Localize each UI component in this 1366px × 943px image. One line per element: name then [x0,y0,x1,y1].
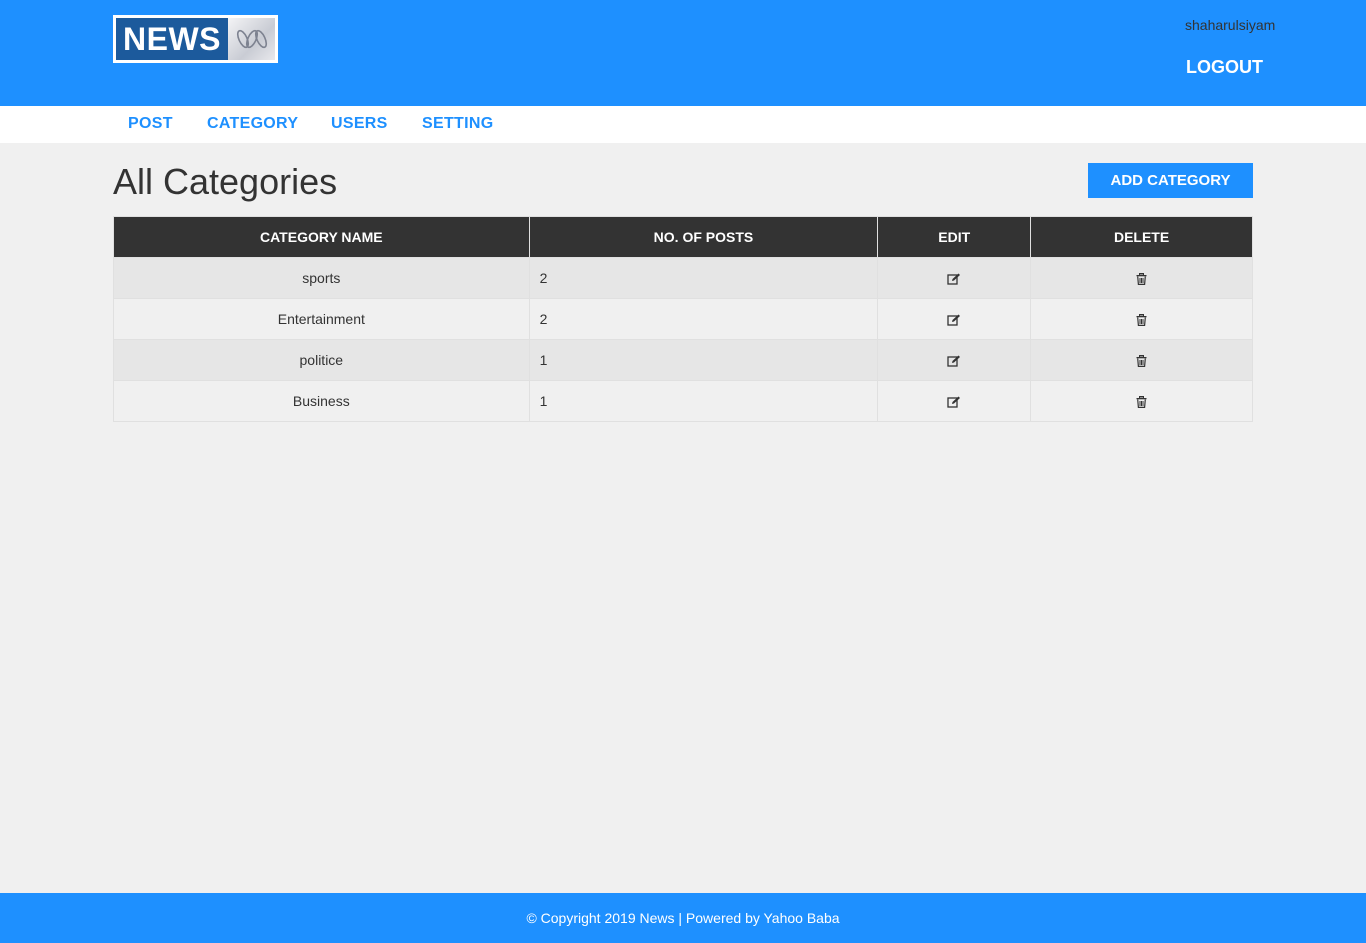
column-header-category-name: CATEGORY NAME [113,216,530,258]
nav-item-users[interactable]: USERS [331,115,388,133]
nav-item-post[interactable]: POST [128,115,173,133]
delete-cell [1030,298,1253,340]
trash-icon[interactable] [1136,355,1147,368]
post-count-cell: 1 [528,380,879,422]
edit-icon[interactable] [947,273,961,285]
footer: © Copyright 2019 News | Powered by Yahoo… [0,893,1366,943]
logo-text: NEWS [116,18,228,60]
category-name-cell: sports [113,257,530,299]
delete-cell [1030,257,1253,299]
delete-cell [1030,339,1253,381]
table-row: Entertainment 2 [113,298,1253,340]
edit-icon[interactable] [947,396,961,408]
nav-item-category[interactable]: CATEGORY [207,115,298,133]
edit-icon[interactable] [947,355,961,367]
table-row: sports 2 [113,257,1253,299]
table-header-row: CATEGORY NAME NO. OF POSTS EDIT DELETE [113,216,1253,258]
column-header-posts: NO. OF POSTS [528,216,879,258]
page-title: All Categories [113,161,338,202]
post-count-cell: 1 [528,339,879,381]
logo-mark-icon [228,18,275,60]
category-name-cell: Entertainment [113,298,530,340]
trash-icon[interactable] [1136,314,1147,327]
post-count-cell: 2 [528,257,879,299]
logout-link[interactable]: LOGOUT [1186,57,1263,78]
table-row: Business 1 [113,380,1253,422]
category-name-cell: politice [113,339,530,381]
copyright-text: © Copyright 2019 News | Powered by Yahoo… [526,910,840,926]
add-category-button[interactable]: ADD CATEGORY [1088,163,1253,198]
delete-cell [1030,380,1253,422]
column-header-delete: DELETE [1030,216,1253,258]
header: NEWS shaharulsiyam LOGOUT [0,0,1366,106]
category-name-cell: Business [113,380,530,422]
nav-item-setting[interactable]: SETTING [422,115,493,133]
edit-icon[interactable] [947,314,961,326]
main-nav: POST CATEGORY USERS SETTING [0,106,1366,143]
column-header-edit: EDIT [877,216,1032,258]
post-count-cell: 2 [528,298,879,340]
edit-cell [877,257,1032,299]
edit-cell [877,298,1032,340]
trash-icon[interactable] [1136,396,1147,409]
edit-cell [877,339,1032,381]
edit-cell [877,380,1032,422]
site-logo[interactable]: NEWS [113,15,278,63]
categories-table: CATEGORY NAME NO. OF POSTS EDIT DELETE s… [113,216,1253,422]
username-label: shaharulsiyam [1185,17,1276,33]
trash-icon[interactable] [1136,273,1147,286]
table-row: politice 1 [113,339,1253,381]
